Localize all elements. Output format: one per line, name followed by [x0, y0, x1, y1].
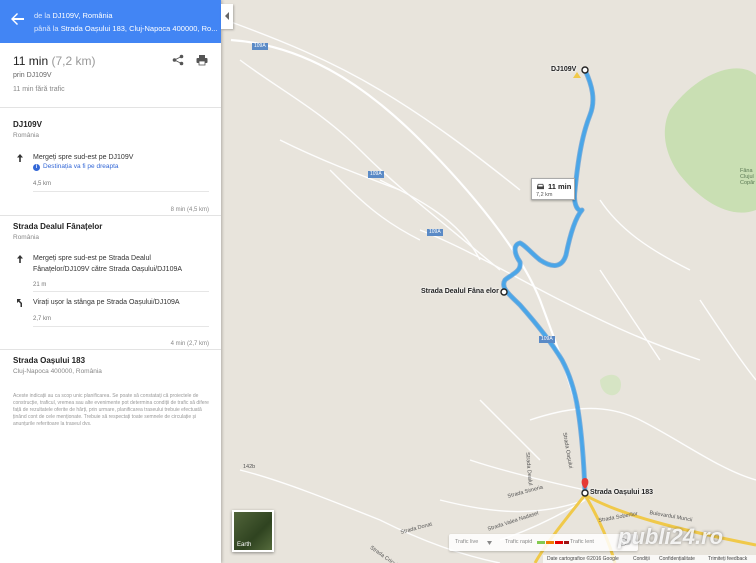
- segment-total: 8 min (4,5 km): [170, 207, 209, 213]
- traffic-legend-red: [555, 541, 563, 544]
- map-footer: Date cartografice ©2016 Google Condiții …: [543, 555, 756, 563]
- map-data-credit: Date cartografice ©2016 Google: [547, 556, 619, 562]
- section-divider: [0, 349, 221, 350]
- traffic-legend-darkred: [564, 541, 569, 544]
- section-subtitle: România: [13, 132, 40, 139]
- traffic-legend-orange: [546, 541, 554, 544]
- caret-down-icon[interactable]: [487, 541, 492, 545]
- destination-note-text: Destinația va fi pe dreapta: [43, 163, 119, 170]
- waypoint-label[interactable]: Strada Dealul Fâna elor: [421, 288, 499, 295]
- road-badge: 109A: [368, 171, 384, 178]
- route-box-time: 11 min: [548, 182, 572, 191]
- summary-time: 11 min: [13, 54, 49, 68]
- terms-link[interactable]: Condiții: [633, 556, 650, 562]
- destination-value: Strada Oașului 183, Cluj-Napoca 400000, …: [60, 24, 218, 33]
- start-label[interactable]: DJ109V: [551, 66, 576, 73]
- earth-view-button[interactable]: Earth: [232, 510, 274, 552]
- summary-time-row: 11 min (7,2 km): [13, 54, 96, 68]
- direction-step[interactable]: Mergeți spre sud-est pe Strada Dealul Fâ…: [33, 253, 208, 275]
- origin-prefix: de la: [34, 11, 51, 20]
- destination-prefix: până la: [34, 24, 59, 33]
- share-icon[interactable]: [172, 54, 184, 66]
- traffic-bar: Trafic live Trafic rapid Trafic lent: [449, 534, 638, 551]
- section-title: Strada Dealul Fânațelor: [13, 222, 103, 231]
- traffic-fast-label: Trafic rapid: [505, 539, 533, 545]
- direction-step[interactable]: Virați ușor la stânga pe Strada Oașului/…: [33, 297, 208, 308]
- step-divider: [33, 326, 209, 327]
- section-divider: [0, 215, 221, 216]
- arrow-up-icon: [17, 255, 23, 263]
- traffic-layer-dropdown[interactable]: Trafic live: [455, 539, 478, 545]
- step-distance: 21 m: [33, 282, 47, 288]
- arrow-up-icon: [17, 154, 23, 162]
- destination-label[interactable]: Strada Oașului 183: [590, 489, 653, 496]
- info-icon: i: [33, 164, 40, 171]
- chevron-left-icon: [225, 12, 229, 20]
- disclaimer-text: Aceste indicații au ca scop unic planifi…: [13, 393, 209, 427]
- destination-field[interactable]: până la Strada Oașului 183, Cluj-Napoca …: [34, 24, 218, 33]
- road-badge: 109A: [539, 336, 555, 343]
- directions-panel: de la DJ109V, România până la Strada Oaș…: [0, 0, 221, 563]
- street-label: 142b: [243, 464, 256, 470]
- directions-header: de la DJ109V, România până la Strada Oaș…: [0, 0, 221, 43]
- section-subtitle: România: [13, 234, 40, 241]
- step-distance: 4,5 km: [33, 181, 52, 187]
- destination-note: i Destinația va fi pe dreapta: [33, 163, 119, 171]
- section-title: DJ109V: [13, 120, 42, 129]
- segment-total: 4 min (2,7 km): [170, 341, 209, 347]
- maps-app: DJ109V Strada Dealul Fâna elor Strada Oa…: [0, 0, 756, 563]
- origin-field[interactable]: de la DJ109V, România: [34, 11, 218, 20]
- privacy-link[interactable]: Confidențialitate: [659, 556, 695, 562]
- print-icon[interactable]: [196, 54, 208, 66]
- step-divider: [33, 291, 209, 292]
- waypoint-marker: [500, 288, 508, 296]
- turn-slight-left-icon: [17, 299, 22, 307]
- traffic-legend-green: [537, 541, 545, 544]
- feedback-link[interactable]: Trimiteți feedback: [708, 556, 747, 562]
- car-icon: [537, 183, 544, 190]
- route-info-box[interactable]: 11 min 7,2 km: [531, 178, 575, 200]
- region-label: Fâna Clujul Copăr: [740, 168, 755, 186]
- earth-label: Earth: [237, 542, 252, 548]
- road-badge: 109A: [252, 43, 268, 50]
- step-distance: 2,7 km: [33, 316, 52, 322]
- road-badge: 109A: [427, 229, 443, 236]
- back-arrow-icon[interactable]: [9, 10, 27, 28]
- section-subtitle: Cluj-Napoca 400000, România: [13, 368, 102, 375]
- route-summary: 11 min (7,2 km) prin DJ109V 11 min fără …: [0, 43, 221, 108]
- watermark: publi24.ro: [618, 524, 724, 549]
- summary-distance: (7,2 km): [51, 54, 96, 68]
- summary-via: prin DJ109V: [13, 72, 52, 79]
- origin-value: DJ109V, România: [52, 11, 113, 20]
- traffic-slow-label: Trafic lent: [570, 539, 594, 545]
- route-box-distance: 7,2 km: [536, 192, 553, 198]
- section-title: Strada Oașului 183: [13, 356, 86, 365]
- step-divider: [33, 191, 209, 192]
- summary-traffic: 11 min fără trafic: [13, 86, 65, 93]
- direction-step[interactable]: Mergeți spre sud-est pe DJ109V: [33, 152, 208, 163]
- destination-circle: [581, 489, 589, 497]
- start-marker: [581, 66, 589, 74]
- collapse-panel-button[interactable]: [221, 4, 233, 29]
